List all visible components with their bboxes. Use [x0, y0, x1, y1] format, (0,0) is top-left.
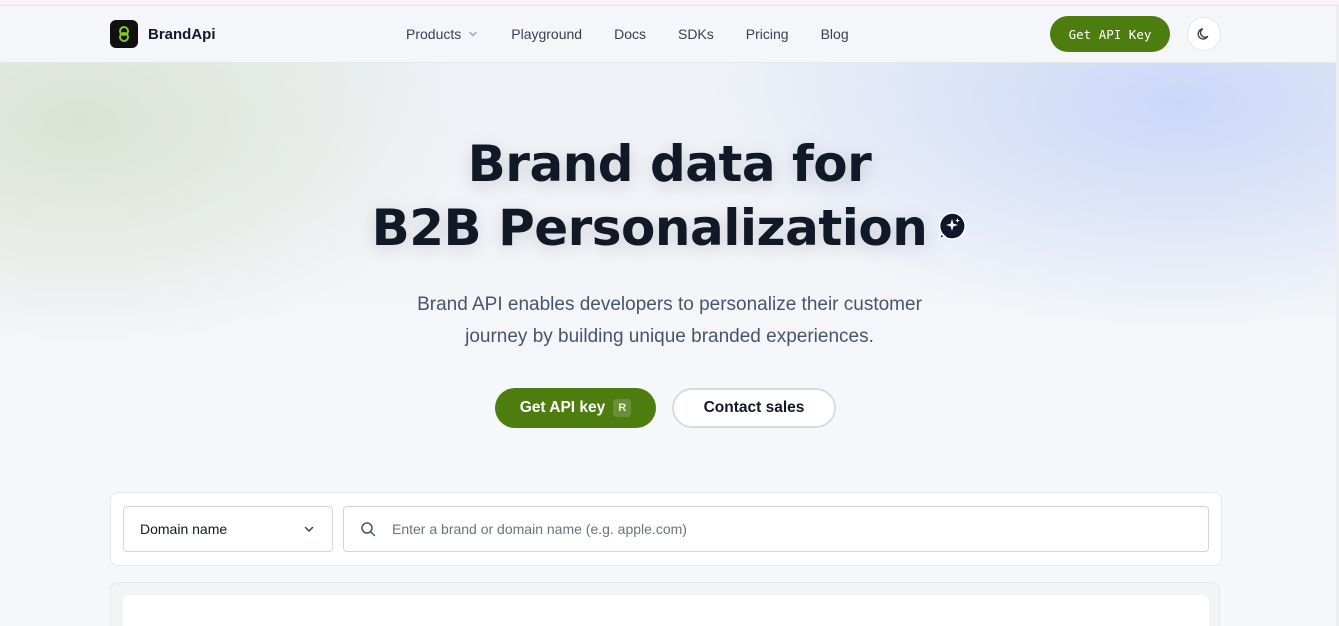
search-field[interactable] — [343, 506, 1209, 552]
ai-sparkle-chat-icon — [937, 211, 967, 240]
hero-title-line-2-text: B2B Personalization — [371, 199, 928, 257]
chevron-down-icon — [469, 31, 477, 37]
site-header: BrandApi Products Playground Docs SDKs P… — [0, 6, 1339, 63]
search-input[interactable] — [390, 520, 1192, 538]
hero-title: Brand data for B2B Personalization — [0, 132, 1339, 260]
hero-cta-row: Get API key R Contact sales — [495, 388, 836, 428]
nav-blog[interactable]: Blog — [821, 26, 849, 42]
nav-products[interactable]: Products — [406, 26, 479, 42]
brand-logo-link[interactable]: BrandApi — [110, 20, 216, 48]
moon-icon — [1197, 28, 1209, 40]
search-panel: Domain name — [110, 492, 1222, 566]
search-type-value: Domain name — [140, 521, 228, 537]
hero-subtitle: Brand API enables developers to personal… — [0, 289, 1339, 353]
get-api-key-label: Get API key — [519, 399, 606, 416]
results-card — [123, 595, 1209, 626]
brand-logo-icon — [110, 20, 138, 48]
hero-subtitle-line-2: journey by building unique branded exper… — [465, 326, 874, 347]
theme-toggle-button[interactable] — [1187, 17, 1221, 51]
nav-sdks[interactable]: SDKs — [678, 26, 714, 42]
contact-sales-button[interactable]: Contact sales — [672, 388, 836, 428]
keyboard-shortcut-badge: R — [613, 399, 632, 417]
nav-playground[interactable]: Playground — [511, 26, 582, 42]
nav-products-label: Products — [406, 26, 462, 42]
get-api-key-button[interactable]: Get API key R — [495, 388, 656, 428]
hero-title-line-2: B2B Personalization — [0, 196, 1339, 260]
chevron-down-icon — [304, 526, 314, 533]
get-api-key-header-button[interactable]: Get API Key — [1050, 16, 1170, 52]
hero-subtitle-line-1: Brand API enables developers to personal… — [417, 294, 922, 315]
results-panel — [110, 582, 1220, 626]
search-type-select[interactable]: Domain name — [123, 506, 333, 552]
main-nav: Products Playground Docs SDKs Pricing Bl… — [406, 6, 849, 62]
nav-docs[interactable]: Docs — [614, 26, 646, 42]
hero-title-line-1: Brand data for — [467, 135, 872, 193]
brand-name: BrandApi — [148, 25, 216, 43]
nav-pricing[interactable]: Pricing — [746, 26, 789, 42]
search-icon — [361, 522, 376, 537]
